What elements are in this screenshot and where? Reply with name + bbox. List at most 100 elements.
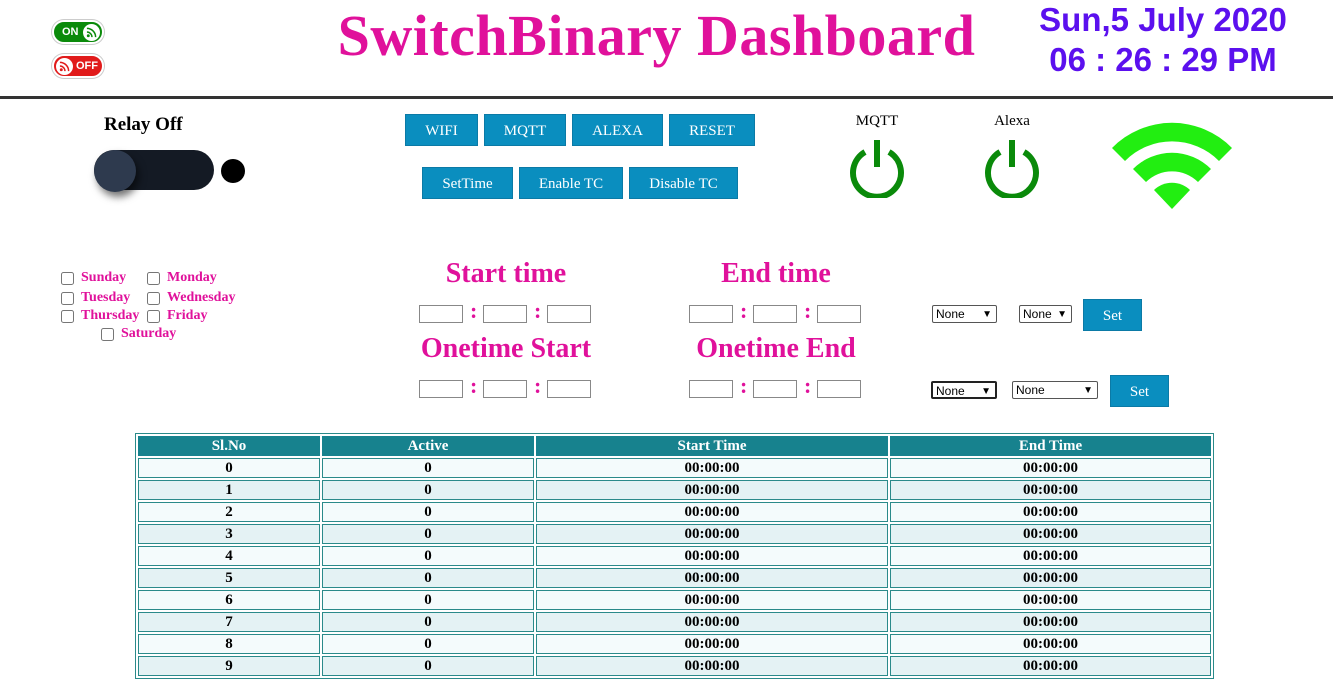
onetime-start-second-input[interactable] (547, 380, 591, 398)
table-header-row: Sl.No Active Start Time End Time (138, 436, 1211, 456)
thursday-checkbox[interactable] (61, 309, 74, 323)
day-saturday[interactable]: Saturday (101, 326, 176, 342)
chevron-down-icon: ▼ (981, 386, 991, 397)
table-cell: 0 (322, 612, 534, 632)
end-minute-input[interactable] (753, 305, 797, 323)
table-cell: 00:00:00 (890, 656, 1211, 676)
onetime-start-minute-input[interactable] (483, 380, 527, 398)
day-sunday[interactable]: Sunday (61, 270, 126, 286)
disable-tc-button[interactable]: Disable TC (629, 167, 738, 199)
day-label: Friday (167, 308, 208, 323)
time-colon: : (470, 298, 478, 323)
end-time-heading: End time (721, 258, 831, 289)
time-colon: : (534, 298, 542, 323)
table-cell: 00:00:00 (536, 546, 888, 566)
time-colon: : (804, 373, 812, 398)
sunday-checkbox[interactable] (61, 271, 74, 285)
day-wednesday[interactable]: Wednesday (147, 290, 235, 306)
tuesday-checkbox[interactable] (61, 291, 74, 305)
table-row: 5 0 00:00:00 00:00:00 (138, 568, 1211, 588)
column-header: Sl.No (138, 436, 320, 456)
onetime-start-hour-input[interactable] (419, 380, 463, 398)
start-time-heading: Start time (445, 258, 567, 289)
onetime-end-hour-input[interactable] (689, 380, 733, 398)
day-label: Sunday (81, 270, 127, 285)
slot-select[interactable]: None ▼ (1019, 305, 1072, 323)
wednesday-checkbox[interactable] (147, 291, 160, 305)
table-cell: 5 (138, 568, 320, 588)
time-colon: : (740, 373, 748, 398)
saturday-checkbox[interactable] (101, 327, 114, 341)
wifi-button[interactable]: WIFI (405, 114, 478, 146)
onetime-slot-select[interactable]: None ▼ (1012, 381, 1098, 399)
chevron-down-icon: ▼ (1083, 385, 1093, 396)
alexa-power-icon[interactable] (981, 140, 1043, 203)
time-colon: : (534, 373, 542, 398)
chevron-down-icon: ▼ (1057, 309, 1067, 320)
time-colon: : (470, 373, 478, 398)
day-tuesday[interactable]: Tuesday (61, 290, 130, 306)
onetime-end-second-input[interactable] (817, 380, 861, 398)
day-thursday[interactable]: Thursday (61, 308, 139, 324)
mqtt-power-icon[interactable] (846, 140, 908, 203)
relay-select[interactable]: None ▼ (932, 305, 997, 323)
schedule-table: Sl.No Active Start Time End Time 0 0 00:00… (135, 433, 1214, 679)
table-cell: 0 (322, 590, 534, 610)
select-value: None (1016, 383, 1045, 397)
table-cell: 00:00:00 (536, 612, 888, 632)
column-header: Active (322, 436, 534, 456)
start-minute-input[interactable] (483, 305, 527, 323)
datetime-display: Sun,5 July 2020 06 : 26 : 29 PM (1018, 0, 1308, 80)
day-friday[interactable]: Friday (147, 308, 207, 324)
start-second-input[interactable] (547, 305, 591, 323)
time-colon: : (804, 298, 812, 323)
friday-checkbox[interactable] (147, 309, 160, 323)
table-cell: 0 (138, 458, 320, 478)
relay-status-label: Relay Off (104, 114, 183, 135)
table-cell: 00:00:00 (890, 634, 1211, 654)
table-row: 2 0 00:00:00 00:00:00 (138, 502, 1211, 522)
set-onetime-button[interactable]: Set (1110, 375, 1169, 407)
settime-button[interactable]: SetTime (422, 167, 513, 199)
table-cell: 00:00:00 (890, 590, 1211, 610)
onetime-end-heading: Onetime End (696, 333, 856, 364)
table-cell: 00:00:00 (536, 480, 888, 500)
table-cell: 00:00:00 (890, 524, 1211, 544)
time-text: 06 : 26 : 29 PM (1049, 41, 1277, 78)
chevron-down-icon: ▼ (982, 309, 992, 320)
wifi-icon (1106, 116, 1238, 215)
table-row: 4 0 00:00:00 00:00:00 (138, 546, 1211, 566)
table-row: 8 0 00:00:00 00:00:00 (138, 634, 1211, 654)
alexa-status-label: Alexa (994, 113, 1030, 129)
day-label: Tuesday (81, 290, 131, 305)
alexa-button[interactable]: ALEXA (572, 114, 663, 146)
table-cell: 00:00:00 (890, 458, 1211, 478)
onetime-end-minute-input[interactable] (753, 380, 797, 398)
table-row: 9 0 00:00:00 00:00:00 (138, 656, 1211, 676)
table-cell: 00:00:00 (890, 502, 1211, 522)
end-hour-input[interactable] (689, 305, 733, 323)
select-value: None (936, 307, 965, 321)
table-cell: 7 (138, 612, 320, 632)
set-schedule-button[interactable]: Set (1083, 299, 1142, 331)
table-cell: 0 (322, 502, 534, 522)
table-cell: 00:00:00 (890, 546, 1211, 566)
table-cell: 00:00:00 (536, 590, 888, 610)
day-label: Saturday (121, 326, 177, 341)
start-hour-input[interactable] (419, 305, 463, 323)
table-cell: 00:00:00 (890, 480, 1211, 500)
day-monday[interactable]: Monday (147, 270, 217, 286)
enable-tc-button[interactable]: Enable TC (519, 167, 623, 199)
table-cell: 0 (322, 480, 534, 500)
monday-checkbox[interactable] (147, 271, 160, 285)
table-cell: 00:00:00 (536, 656, 888, 676)
end-second-input[interactable] (817, 305, 861, 323)
relay-toggle-knob[interactable] (94, 150, 136, 192)
onetime-relay-select[interactable]: None ▼ (931, 381, 997, 399)
table-cell: 8 (138, 634, 320, 654)
table-cell: 1 (138, 480, 320, 500)
onetime-start-heading: Onetime Start (420, 333, 592, 364)
reset-button[interactable]: RESET (669, 114, 755, 146)
select-value: None (936, 384, 965, 398)
mqtt-button[interactable]: MQTT (484, 114, 566, 146)
